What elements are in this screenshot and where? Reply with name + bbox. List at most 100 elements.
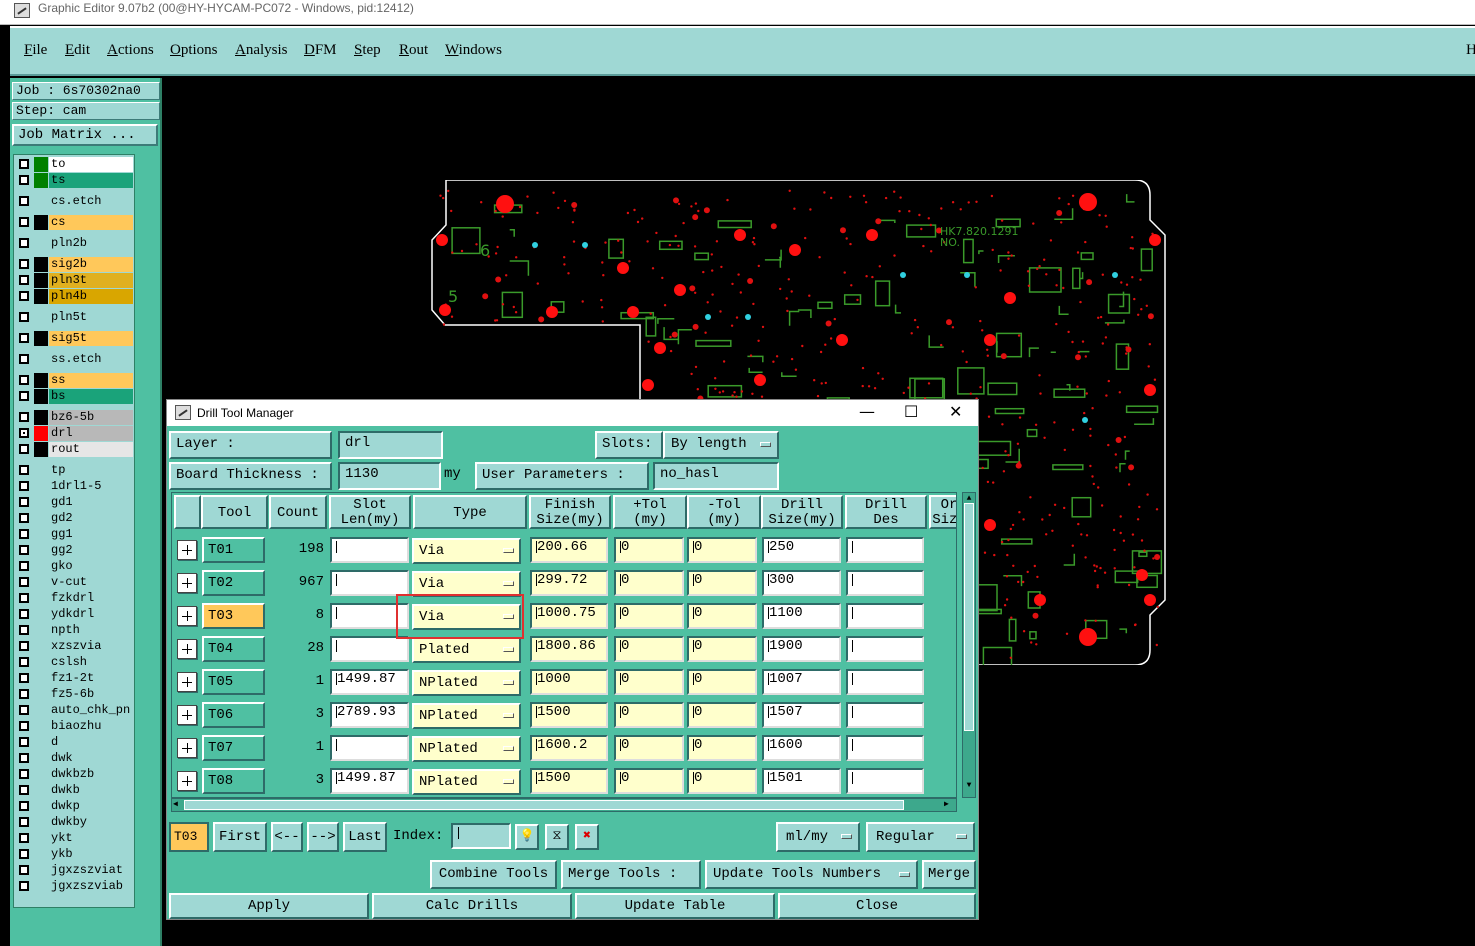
layer-name[interactable]: fz5-6b — [49, 687, 133, 702]
expand-row-icon[interactable] — [177, 738, 197, 758]
layer-checkbox[interactable] — [19, 391, 29, 401]
layer-checkbox[interactable] — [19, 175, 29, 185]
layer-name[interactable]: gg2 — [49, 543, 133, 558]
layer-color-swatch[interactable] — [34, 607, 48, 622]
layer-row[interactable]: pln2b — [16, 236, 134, 251]
layer-checkbox[interactable] — [19, 375, 29, 385]
layer-name[interactable]: bz6-5b — [49, 410, 133, 425]
layer-color-swatch[interactable] — [34, 495, 48, 510]
layer-row[interactable]: jgxzszviab — [16, 879, 134, 894]
layer-checkbox[interactable] — [19, 412, 29, 422]
layer-row[interactable]: dwkby — [16, 815, 134, 830]
layer-row[interactable]: gd2 — [16, 511, 134, 526]
tool-button[interactable]: T08 — [202, 768, 265, 794]
layer-checkbox[interactable] — [19, 196, 29, 206]
layer-name[interactable]: npth — [49, 623, 133, 638]
tool-button[interactable]: T07 — [202, 735, 265, 761]
plus-tol-input[interactable]: 0 — [614, 636, 684, 662]
mode-dropdown[interactable]: Regular — [866, 822, 975, 852]
tool-button[interactable]: T05 — [202, 669, 265, 695]
layer-checkbox[interactable] — [19, 785, 29, 795]
expand-row-icon[interactable] — [177, 573, 197, 593]
layer-checkbox[interactable] — [19, 577, 29, 587]
horizontal-scroll-thumb[interactable] — [184, 800, 904, 810]
drill-size-input[interactable]: 250 — [762, 537, 841, 563]
layer-row[interactable]: npth — [16, 623, 134, 638]
layer-checkbox[interactable] — [19, 609, 29, 619]
layer-row[interactable]: sig5t — [16, 331, 134, 346]
layer-name[interactable]: gd1 — [49, 495, 133, 510]
layer-name[interactable]: auto_chk_pn — [49, 703, 133, 718]
finish-size-input[interactable]: 1800.86 — [530, 636, 608, 662]
layer-name[interactable]: dwkp — [49, 799, 133, 814]
layer-checkbox[interactable] — [19, 354, 29, 364]
layer-checkbox[interactable] — [19, 657, 29, 667]
layer-row[interactable]: cs — [16, 215, 134, 230]
layer-row[interactable]: gko — [16, 559, 134, 574]
minus-tol-input[interactable]: 0 — [687, 603, 757, 629]
menu-analysis[interactable]: Analysis — [235, 42, 288, 59]
layer-name[interactable]: gd2 — [49, 511, 133, 526]
layer-row[interactable]: biaozhu — [16, 719, 134, 734]
layer-name[interactable]: gg1 — [49, 527, 133, 542]
tool-button[interactable]: T04 — [202, 636, 265, 662]
layer-row[interactable]: 1drl1-5 — [16, 479, 134, 494]
layer-name[interactable]: pln2b — [49, 236, 133, 251]
layer-color-swatch[interactable] — [34, 289, 48, 304]
plus-tol-input[interactable]: 0 — [614, 669, 684, 695]
slot-length-input[interactable]: 2789.93 — [330, 702, 409, 728]
menu-file[interactable]: File — [24, 42, 47, 59]
next-button[interactable]: --> — [307, 822, 339, 852]
menu-actions[interactable]: Actions — [107, 42, 154, 59]
minus-tol-input[interactable]: 0 — [687, 669, 757, 695]
layer-checkbox[interactable] — [19, 529, 29, 539]
layer-checkbox[interactable] — [19, 689, 29, 699]
layer-color-swatch[interactable] — [34, 410, 48, 425]
slot-length-input[interactable] — [330, 735, 409, 761]
layer-name[interactable]: jgxzszviat — [49, 863, 133, 878]
layer-row[interactable]: dwkp — [16, 799, 134, 814]
layer-color-swatch[interactable] — [34, 479, 48, 494]
layer-color-swatch[interactable] — [34, 352, 48, 367]
scroll-left-icon[interactable]: ◀ — [173, 800, 183, 810]
layer-row[interactable]: dwkbzb — [16, 767, 134, 782]
layer-name[interactable]: ydkdrl — [49, 607, 133, 622]
layer-name[interactable]: dwk — [49, 751, 133, 766]
layer-row[interactable]: bz6-5b — [16, 410, 134, 425]
tool-button[interactable]: T01 — [202, 537, 265, 563]
expand-row-icon[interactable] — [177, 705, 197, 725]
layer-color-swatch[interactable] — [34, 463, 48, 478]
drill-size-input[interactable]: 1501 — [762, 768, 841, 794]
finish-size-input[interactable]: 1000 — [530, 669, 608, 695]
layer-color-swatch[interactable] — [34, 331, 48, 346]
drill-des-input[interactable] — [846, 570, 924, 596]
expand-row-icon[interactable] — [177, 672, 197, 692]
slot-length-input[interactable] — [330, 570, 409, 596]
layer-row[interactable]: ss — [16, 373, 134, 388]
expand-row-icon[interactable] — [177, 771, 197, 791]
update-tools-numbers-dropdown[interactable]: Update Tools Numbers — [705, 860, 918, 889]
delete-icon[interactable]: ✖ — [575, 824, 599, 850]
layer-row[interactable]: fz5-6b — [16, 687, 134, 702]
layer-name[interactable]: ss — [49, 373, 133, 388]
layer-name[interactable]: ts — [49, 173, 133, 188]
layer-color-swatch[interactable] — [34, 194, 48, 209]
layer-name[interactable]: d — [49, 735, 133, 750]
layer-name[interactable]: 1drl1-5 — [49, 479, 133, 494]
drill-des-input[interactable] — [846, 669, 924, 695]
layer-color-swatch[interactable] — [34, 511, 48, 526]
vertical-scroll-thumb[interactable] — [964, 503, 974, 731]
layer-row[interactable]: tp — [16, 463, 134, 478]
layer-checkbox[interactable] — [19, 428, 29, 438]
layer-color-swatch[interactable] — [34, 879, 48, 894]
calc-drills-button[interactable]: Calc Drills — [372, 893, 572, 919]
close-button[interactable]: Close — [778, 893, 976, 919]
layer-name[interactable]: fzkdrl — [49, 591, 133, 606]
update-table-button[interactable]: Update Table — [575, 893, 775, 919]
layer-name[interactable]: bs — [49, 389, 133, 404]
slots-dropdown[interactable]: By length — [663, 431, 779, 459]
layer-name[interactable]: dwkb — [49, 783, 133, 798]
layer-row[interactable]: cs.etch — [16, 194, 134, 209]
minus-tol-input[interactable]: 0 — [687, 735, 757, 761]
layer-name[interactable]: biaozhu — [49, 719, 133, 734]
